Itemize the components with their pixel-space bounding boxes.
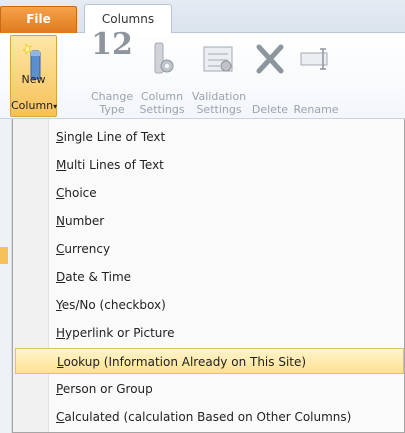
menu-item-label: es/No (checkbox) xyxy=(61,298,166,312)
menu-item-label: ulti Lines of Text xyxy=(66,158,164,172)
menu-item-label: umber xyxy=(64,214,105,228)
delete-button[interactable]: Delete xyxy=(249,35,291,117)
menu-item-label: ookup (Information Already on This Site) xyxy=(63,355,307,369)
background-window-edge xyxy=(0,119,12,433)
menu-item-hyperlink-or-picture[interactable]: Hyperlink or Picture xyxy=(13,320,404,346)
ribbon-columns-group: New Column▾ 12 Change Type Column Settin… xyxy=(0,27,405,119)
validation-settings-button[interactable]: Validation Settings xyxy=(190,35,248,117)
column-settings-label: Column Settings xyxy=(139,90,185,116)
menu-item-lookup[interactable]: Lookup (Information Already on This Site… xyxy=(15,348,404,374)
mnemonic: S xyxy=(56,130,64,144)
menu-item-label: alculated (calculation Based on Other Co… xyxy=(64,410,352,424)
change-type-icon: 12 xyxy=(91,27,133,62)
rename-button[interactable]: Rename xyxy=(292,35,340,117)
mnemonic: N xyxy=(56,214,65,228)
menu-item-label: ingle Line of Text xyxy=(63,130,166,144)
new-column-button[interactable]: New Column▾ xyxy=(10,35,57,117)
mnemonic: D xyxy=(56,270,66,284)
change-type-label: Change Type xyxy=(91,90,134,116)
mnemonic: M xyxy=(56,158,67,172)
new-column-label-line2: Column xyxy=(11,99,54,112)
new-column-dropdown-menu: Single Line of Text Multi Lines of Text … xyxy=(12,119,405,433)
menu-item-date-time[interactable]: Date & Time xyxy=(13,264,404,290)
menu-item-single-line-of-text[interactable]: Single Line of Text xyxy=(13,124,404,150)
rename-label: Rename xyxy=(293,103,339,116)
change-type-button[interactable]: 12 Change Type xyxy=(91,27,134,117)
menu-item-multi-lines-of-text[interactable]: Multi Lines of Text xyxy=(13,152,404,178)
ribbon-tab-strip: File Columns xyxy=(0,0,405,34)
delete-label: Delete xyxy=(251,103,289,116)
chevron-down-icon: ▾ xyxy=(53,102,58,111)
menu-item-yes-no[interactable]: Yes/No (checkbox) xyxy=(13,292,404,318)
menu-item-label: ate & Time xyxy=(65,270,132,284)
menu-item-label: urrency xyxy=(64,242,111,256)
mnemonic: H xyxy=(56,326,66,340)
tab-file[interactable]: File xyxy=(0,6,77,33)
menu-item-label: erson or Group xyxy=(62,382,153,396)
validation-settings-label: Validation Settings xyxy=(191,90,247,116)
column-settings-button[interactable]: Column Settings xyxy=(136,35,188,117)
new-column-label-line1: New xyxy=(21,73,46,86)
menu-item-label: yperlink or Picture xyxy=(65,326,175,340)
mnemonic: P xyxy=(56,382,63,396)
menu-item-calculated[interactable]: Calculated (calculation Based on Other C… xyxy=(13,404,404,430)
delete-x-icon xyxy=(255,41,285,80)
menu-item-number[interactable]: Number xyxy=(13,208,404,234)
menu-item-person-or-group[interactable]: Person or Group xyxy=(13,376,404,402)
selection-marker xyxy=(0,247,8,264)
rename-icon xyxy=(299,41,333,80)
validation-settings-icon xyxy=(202,41,236,80)
menu-item-currency[interactable]: Currency xyxy=(13,236,404,262)
menu-item-choice[interactable]: Choice xyxy=(13,180,404,206)
column-settings-icon xyxy=(147,41,177,80)
menu-item-label: hoice xyxy=(64,186,97,200)
